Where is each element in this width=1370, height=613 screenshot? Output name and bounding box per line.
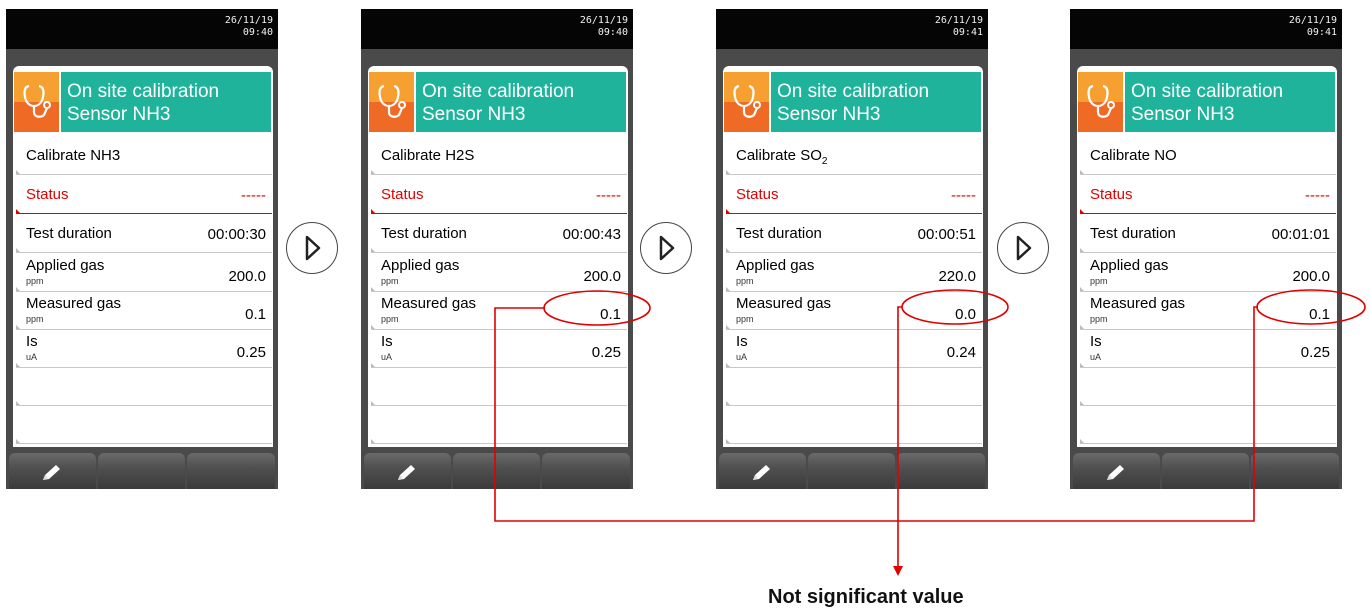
annotation-overlay — [494, 289, 1366, 576]
highlight-ellipse-1 — [543, 290, 651, 326]
highlight-ellipse-2 — [901, 289, 1009, 325]
annotation-note: Not significant value — [768, 586, 964, 608]
arrow-head — [893, 566, 903, 576]
connector-line — [494, 306, 1258, 522]
highlight-ellipse-3 — [1256, 289, 1366, 325]
pointer-line — [897, 306, 902, 566]
